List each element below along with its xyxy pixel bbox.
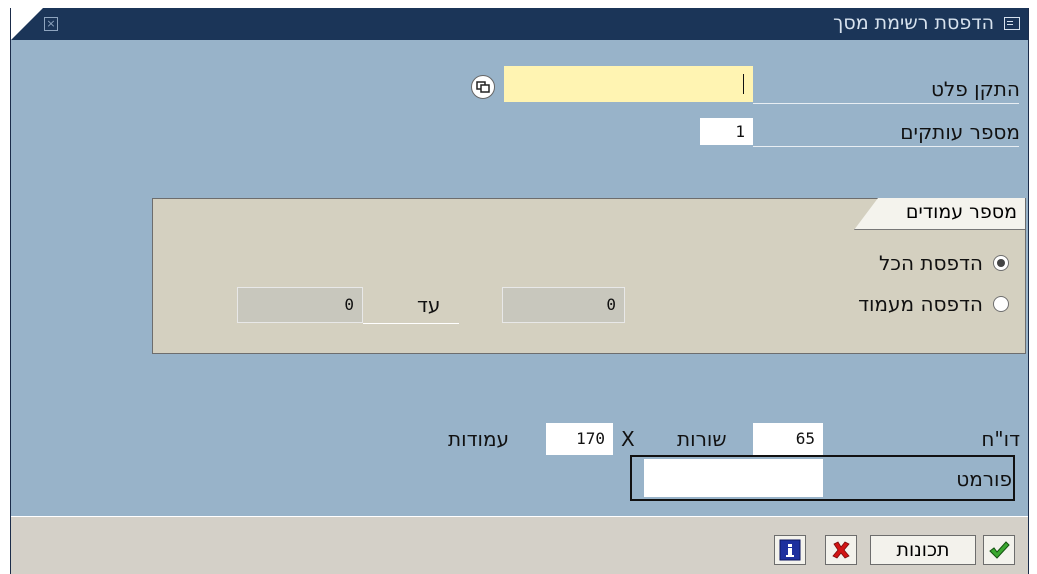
format-label: פורמט — [956, 467, 1012, 491]
copies-underline — [753, 146, 1019, 147]
output-device-label: התקן פלט — [930, 77, 1020, 101]
report-label: דו"ח — [981, 427, 1020, 451]
page-to-underline — [363, 323, 459, 324]
title-bar-notch — [11, 8, 43, 40]
columns-label: עמודות — [448, 427, 510, 451]
rows-label: שורות — [677, 427, 727, 451]
title-bar: × הדפסת רשימת מסך — [11, 8, 1028, 40]
info-button[interactable] — [774, 535, 806, 565]
window-menu-icon[interactable] — [1004, 17, 1020, 30]
page-to-input[interactable]: 0 — [237, 287, 363, 323]
output-device-input[interactable] — [504, 66, 753, 102]
text-caret — [743, 74, 744, 94]
checkmark-icon — [989, 541, 1010, 559]
copies-input[interactable]: 1 — [700, 118, 753, 145]
size-x-label: X — [621, 427, 635, 451]
page-to-label: עד — [417, 293, 441, 317]
format-input[interactable] — [644, 459, 823, 497]
cancel-icon — [832, 541, 850, 559]
continue-button[interactable] — [983, 535, 1015, 565]
print-all-label[interactable]: הדפסת הכל — [879, 251, 983, 275]
info-icon — [779, 539, 801, 561]
dialog-footer: תכונות — [11, 516, 1028, 574]
report-columns-input[interactable]: 170 — [546, 423, 613, 455]
properties-button[interactable]: תכונות — [870, 535, 976, 565]
close-icon[interactable]: × — [44, 17, 58, 31]
cancel-button[interactable] — [825, 535, 857, 565]
value-help-icon[interactable] — [471, 75, 495, 99]
properties-button-label: תכונות — [896, 539, 950, 561]
pages-group-title: מספר עמודים — [905, 201, 1017, 223]
copies-label: מספר עותקים — [900, 120, 1020, 144]
print-list-dialog: × הדפסת רשימת מסך התקן פלט מספר עותקים 1… — [10, 8, 1029, 574]
report-rows-input[interactable]: 65 — [753, 423, 823, 455]
print-from-radio[interactable] — [993, 296, 1009, 312]
page-from-input[interactable]: 0 — [502, 287, 625, 323]
print-from-label[interactable]: הדפסה מעמוד — [858, 292, 983, 316]
pages-groupbox: מספר עמודים הדפסת הכל הדפסה מעמוד 0 עד 0 — [152, 198, 1026, 354]
output-device-underline — [753, 103, 1019, 104]
print-all-radio[interactable] — [993, 255, 1009, 271]
window-title: הדפסת רשימת מסך — [833, 12, 994, 34]
pages-group-tab: מספר עמודים — [854, 198, 1025, 230]
